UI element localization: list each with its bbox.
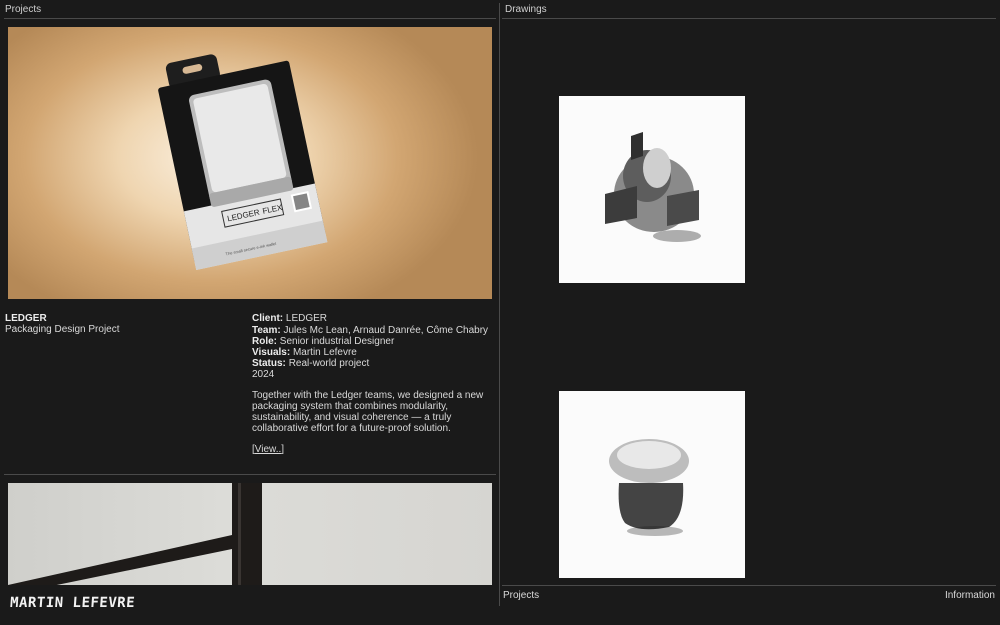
visuals-label: Visuals: <box>252 346 291 358</box>
drawing-2[interactable] <box>559 391 745 578</box>
status-row: Status: Real-world project <box>252 358 496 369</box>
project-separator <box>4 474 496 475</box>
project-year: 2024 <box>252 368 275 380</box>
role-value: Senior industrial Designer <box>279 335 395 347</box>
project-image-second[interactable] <box>8 483 492 585</box>
drawings-heading: Drawings <box>505 4 547 15</box>
team-row: Team: Jules Mc Lean, Arnaud Danrée, Côme… <box>252 325 496 336</box>
team-label: Team: <box>252 324 281 336</box>
view-project-link[interactable]: [View..] <box>252 444 284 455</box>
footer-projects-link[interactable]: Projects <box>503 590 539 601</box>
project-subtitle: Packaging Design Project <box>5 324 120 335</box>
visuals-value: Martin Lefevre <box>292 346 357 358</box>
project-details: Client: LEDGER Team: Jules Mc Lean, Arna… <box>252 313 496 455</box>
chair-frame-illustration <box>8 483 262 585</box>
status-value: Real-world project <box>288 357 370 369</box>
drawing-1[interactable] <box>559 96 745 283</box>
footer-information-link[interactable]: Information <box>945 590 995 601</box>
client-value: LEDGER <box>285 313 328 324</box>
footer-rule <box>502 585 996 586</box>
status-label: Status: <box>252 357 286 369</box>
site-logo[interactable]: MARTIN LEFEVRE <box>9 595 135 611</box>
sketch-illustration-2 <box>559 391 745 578</box>
visuals-row: Visuals: Martin Lefevre <box>252 347 496 358</box>
project-image-ledger[interactable]: LEDGER FLEX The small secure e-ink walle… <box>8 27 492 299</box>
projects-heading: Projects <box>5 4 42 15</box>
client-label: Client: <box>252 313 284 324</box>
client-row: Client: LEDGER <box>252 313 496 324</box>
role-row: Role: Senior industrial Designer <box>252 336 496 347</box>
ledger-package-illustration: LEDGER FLEX The small secure e-ink walle… <box>158 54 328 271</box>
header-rule-right <box>502 18 996 19</box>
project-description: Together with the Ledger teams, we desig… <box>252 389 484 434</box>
role-label: Role: <box>252 335 277 347</box>
header-rule-left <box>4 18 496 19</box>
team-value: Jules Mc Lean, Arnaud Danrée, Côme Chabr… <box>283 324 489 336</box>
project-title: LEDGER <box>5 313 47 324</box>
sketch-illustration-1 <box>559 96 745 283</box>
column-divider <box>499 3 500 606</box>
